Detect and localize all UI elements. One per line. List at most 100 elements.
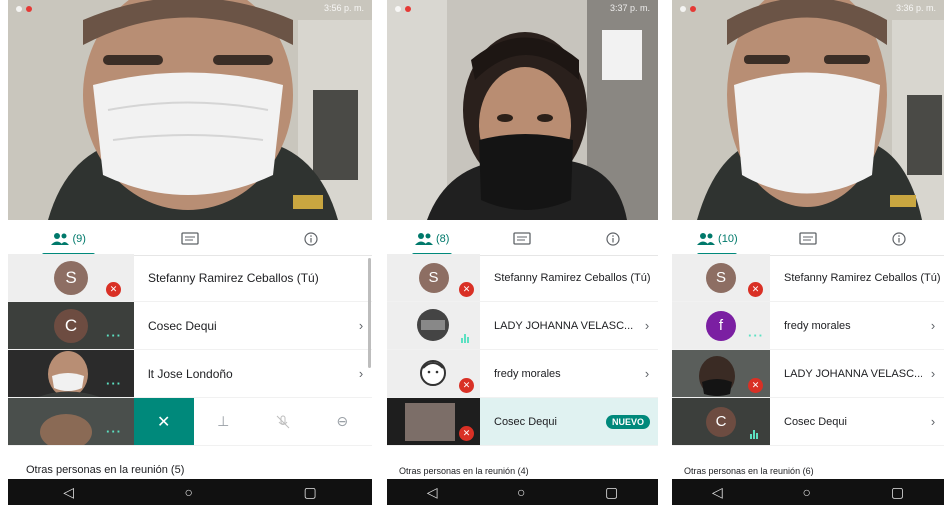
mic-off-icon: ✕ [459,282,474,297]
info-icon [304,231,318,246]
people-count: (10) [718,232,738,245]
participant-row[interactable]: ··· lt Jose Londoño › [8,350,372,398]
new-badge: NUEVO [605,414,650,429]
participant-name: Stefanny Ramirez Ceballos (Tú) [494,271,651,284]
others-in-meeting-label[interactable]: Otras personas en la reunión (5) [26,464,184,476]
chevron-right-icon[interactable]: › [636,318,658,333]
chevron-right-icon[interactable]: › [922,318,944,333]
notification-icon [395,6,401,12]
mic-off-icon: ✕ [748,378,763,393]
participant-name: LADY JOHANNA VELASC... [784,367,922,380]
android-nav-bar: ◁ ○ ▢ [672,479,944,505]
mic-off-icon: ✕ [459,426,474,441]
back-icon[interactable]: ◁ [63,484,74,501]
tab-bar: (9) [8,222,372,256]
participant-tile [387,302,480,349]
home-icon[interactable]: ○ [803,484,811,500]
main-video: 3:37 p. m. [387,0,658,220]
tab-people[interactable]: (9) [8,222,129,256]
participant-row[interactable]: C Cosec Dequi › [672,398,944,446]
status-bar: 3:36 p. m. [672,0,944,18]
mic-off-icon: ✕ [106,282,121,297]
info-icon [892,231,906,246]
participant-tile: ✕ [387,398,480,445]
people-icon [697,232,716,245]
participant-list: S ✕ Stefanny Ramirez Ceballos (Tú) f ···… [672,254,944,446]
participant-tile: S ✕ [8,254,134,301]
home-icon[interactable]: ○ [185,484,193,500]
tab-chat[interactable] [477,222,567,255]
participant-row[interactable]: C ··· Cosec Dequi › [8,302,372,350]
participant-row[interactable]: S ✕ Stefanny Ramirez Ceballos (Tú) [387,254,658,302]
participant-name: LADY JOHANNA VELASC... [494,319,634,332]
mic-off-icon [276,415,290,428]
speaking-icon [750,430,758,439]
notification-icon [16,6,22,12]
participant-name: Cosec Dequi [494,415,557,428]
participant-tile: S ✕ [672,254,770,301]
status-time: 3:56 p. m. [323,3,364,13]
participant-row[interactable]: ✕ LADY JOHANNA VELASC... › [672,350,944,398]
participant-row[interactable]: f ··· fredy morales › [672,302,944,350]
participant-row[interactable]: S ✕ Stefanny Ramirez Ceballos (Tú) [8,254,372,302]
tab-people[interactable]: (10) [672,222,763,256]
participant-row[interactable]: ✕ Cosec Dequi NUEVO [387,398,658,446]
recent-apps-icon[interactable]: ▢ [304,484,317,501]
status-bar: 3:56 p. m. [8,0,372,18]
main-video: 3:36 p. m. [672,0,944,220]
android-nav-bar: ◁ ○ ▢ [8,479,372,505]
people-icon [414,232,433,245]
participant-tile: ✕ [672,350,770,397]
notification-icon [680,6,686,12]
tab-info[interactable] [251,222,372,255]
avatar: S [706,262,736,293]
info-icon [606,231,620,246]
chevron-right-icon[interactable]: › [350,366,372,381]
recent-apps-icon[interactable]: ▢ [891,484,904,501]
chevron-right-icon[interactable]: › [922,366,944,381]
main-video: 3:56 p. m. [8,0,372,220]
participant-tile: C ··· [8,302,134,349]
tab-bar: (10) [672,222,944,256]
mute-icon[interactable] [253,398,313,445]
chat-icon [799,231,817,245]
speaking-icon [461,334,469,343]
status-bar: 3:37 p. m. [387,0,658,18]
tab-chat[interactable] [763,222,854,255]
chat-icon [181,231,199,245]
record-icon [405,6,411,12]
pin-icon[interactable]: ⊥ [194,398,254,445]
tab-people[interactable]: (8) [387,222,477,256]
tab-info[interactable] [853,222,944,255]
participant-tile: ··· [8,398,134,445]
more-dots-icon: ··· [106,328,122,343]
participant-name: fredy morales [784,319,851,332]
chevron-right-icon[interactable]: › [922,414,944,429]
tab-chat[interactable] [129,222,250,255]
avatar: S [54,260,88,295]
others-in-meeting-label[interactable]: Otras personas en la reunión (6) [684,466,814,476]
participant-row[interactable]: ✕ fredy morales › [387,350,658,398]
participant-row[interactable]: LADY JOHANNA VELASC... › [387,302,658,350]
chat-icon [513,231,532,245]
more-dots-icon: ··· [748,328,764,343]
participant-name: Cosec Dequi [148,318,217,333]
participant-tile: ··· [8,350,134,397]
others-in-meeting-label[interactable]: Otras personas en la reunión (4) [399,466,529,476]
remove-icon[interactable]: ⊖ [313,398,373,445]
participant-tile: C [672,398,770,445]
back-icon[interactable]: ◁ [427,484,438,501]
back-icon[interactable]: ◁ [712,484,723,501]
avatar: C [54,308,88,343]
chevron-right-icon[interactable]: › [636,366,658,381]
home-icon[interactable]: ○ [517,484,525,500]
participant-tile: ✕ [387,350,480,397]
tab-info[interactable] [568,222,658,255]
scrollbar[interactable] [368,258,371,368]
recent-apps-icon[interactable]: ▢ [605,484,618,501]
tab-bar: (8) [387,222,658,256]
close-icon[interactable]: ✕ [134,398,194,445]
participant-name: fredy morales [494,367,561,380]
mic-off-icon: ✕ [459,378,474,393]
participant-row[interactable]: S ✕ Stefanny Ramirez Ceballos (Tú) [672,254,944,302]
